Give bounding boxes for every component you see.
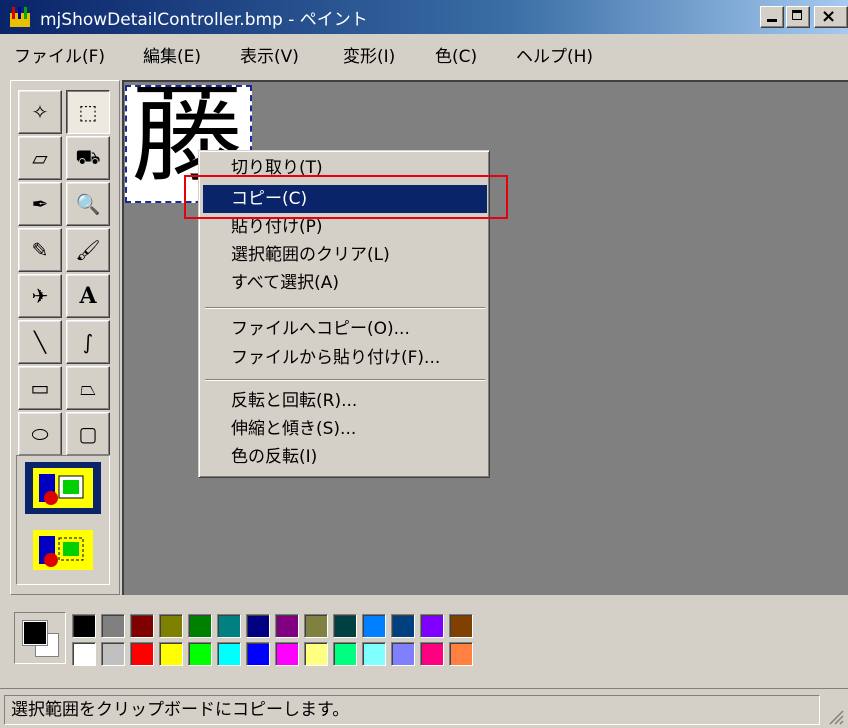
palette-swatch[interactable] bbox=[420, 642, 444, 666]
palette-swatch[interactable] bbox=[391, 642, 415, 666]
ellipse-icon: ⬭ bbox=[31, 422, 49, 446]
menu-colors[interactable]: 色(C) bbox=[435, 42, 477, 67]
palette-swatch[interactable] bbox=[101, 642, 125, 666]
tool-polygon[interactable]: ⏢ bbox=[66, 366, 110, 410]
close-icon: × bbox=[821, 6, 837, 27]
menu-view[interactable]: 表示(V) bbox=[240, 42, 299, 67]
tool-options bbox=[16, 455, 110, 585]
ctx-flip-rotate[interactable]: 反転と回転(R)... bbox=[203, 387, 487, 415]
pencil-icon: ✎ bbox=[31, 238, 49, 262]
brush-icon: 🖌 bbox=[75, 238, 101, 262]
palette-swatch[interactable] bbox=[362, 642, 386, 666]
tool-text[interactable]: A bbox=[66, 274, 110, 318]
palette-swatch[interactable] bbox=[159, 642, 183, 666]
palette-swatch[interactable] bbox=[304, 642, 328, 666]
rectangle-icon: ▭ bbox=[30, 376, 50, 400]
tool-select[interactable]: ⬚ bbox=[66, 90, 110, 134]
tool-airbrush[interactable]: ✈ bbox=[18, 274, 62, 318]
maximize-icon bbox=[792, 10, 802, 20]
ctx-clear-selection[interactable]: 選択範囲のクリア(L) bbox=[203, 241, 487, 269]
ctx-copy-to-file[interactable]: ファイルへコピー(O)... bbox=[203, 315, 487, 343]
palette-swatch[interactable] bbox=[72, 614, 96, 638]
ctx-separator bbox=[205, 307, 485, 309]
tool-line[interactable]: ╲ bbox=[18, 320, 62, 364]
magnifier-icon: 🔍 bbox=[75, 192, 101, 216]
tool-ellipse[interactable]: ⬭ bbox=[18, 412, 62, 456]
ctx-stretch-skew[interactable]: 伸縮と傾き(S)... bbox=[203, 415, 487, 443]
eraser-icon: ▱ bbox=[32, 146, 48, 170]
tool-eraser[interactable]: ▱ bbox=[18, 136, 62, 180]
palette-swatch[interactable] bbox=[449, 614, 473, 638]
palette-swatch[interactable] bbox=[333, 642, 357, 666]
current-colors[interactable] bbox=[14, 612, 66, 664]
palette-swatch[interactable] bbox=[130, 642, 154, 666]
rounded-rectangle-icon: ▢ bbox=[78, 422, 98, 446]
select-icon: ⬚ bbox=[78, 100, 98, 124]
foreground-color[interactable] bbox=[23, 621, 47, 645]
palette-swatch[interactable] bbox=[246, 614, 270, 638]
tool-fill[interactable]: ⛟ bbox=[66, 136, 110, 180]
polygon-icon: ⏢ bbox=[80, 376, 96, 400]
palette-swatch[interactable] bbox=[304, 614, 328, 638]
airbrush-icon: ✈ bbox=[31, 284, 49, 308]
ctx-paste-from-file[interactable]: ファイルから貼り付け(F)... bbox=[203, 344, 487, 372]
tool-pencil[interactable]: ✎ bbox=[18, 228, 62, 272]
maximize-button[interactable] bbox=[786, 6, 810, 28]
ctx-separator bbox=[205, 379, 485, 381]
fill-icon: ⛟ bbox=[75, 144, 101, 169]
curve-icon: ∫ bbox=[82, 330, 94, 354]
status-bar: 選択範囲をクリップボードにコピーします。 bbox=[0, 688, 848, 728]
opaque-selection-icon bbox=[33, 468, 93, 508]
pick-color-icon: ✒ bbox=[31, 192, 49, 216]
palette-swatch[interactable] bbox=[449, 642, 473, 666]
transparent-selection-icon bbox=[33, 530, 93, 570]
tool-free-form-select[interactable]: ✧ bbox=[18, 90, 62, 134]
tool-pick-color[interactable]: ✒ bbox=[18, 182, 62, 226]
menu-bar: ファイル(F) 編集(E) 表示(V) 変形(I) 色(C) ヘルプ(H) bbox=[0, 34, 848, 72]
palette-swatch[interactable] bbox=[72, 642, 96, 666]
close-button[interactable]: × bbox=[814, 6, 848, 28]
status-text: 選択範囲をクリップボードにコピーします。 bbox=[4, 695, 820, 725]
palette-swatch[interactable] bbox=[391, 614, 415, 638]
palette-swatch[interactable] bbox=[275, 642, 299, 666]
palette-swatch[interactable] bbox=[101, 614, 125, 638]
tool-rounded-rectangle[interactable]: ▢ bbox=[66, 412, 110, 456]
minimize-icon bbox=[767, 19, 777, 22]
palette-swatch[interactable] bbox=[275, 614, 299, 638]
transparent-off-option[interactable] bbox=[25, 462, 101, 514]
text-icon: A bbox=[79, 283, 97, 309]
palette-swatch[interactable] bbox=[420, 614, 444, 638]
minimize-button[interactable] bbox=[760, 6, 784, 28]
transparent-on-option[interactable] bbox=[25, 524, 101, 576]
palette-swatch[interactable] bbox=[188, 614, 212, 638]
tool-rectangle[interactable]: ▭ bbox=[18, 366, 62, 410]
tool-curve[interactable]: ∫ bbox=[66, 320, 110, 364]
menu-file[interactable]: ファイル(F) bbox=[14, 42, 105, 67]
tool-brush[interactable]: 🖌 bbox=[66, 228, 110, 272]
free-form-select-icon: ✧ bbox=[31, 100, 49, 124]
menu-help[interactable]: ヘルプ(H) bbox=[516, 42, 593, 67]
title-bar[interactable]: mjShowDetailController.bmp - ペイント × bbox=[0, 0, 848, 34]
palette-swatch[interactable] bbox=[188, 642, 212, 666]
paint-app-icon[interactable] bbox=[8, 5, 32, 29]
ctx-invert-colors[interactable]: 色の反転(I) bbox=[203, 443, 487, 471]
palette-swatch[interactable] bbox=[159, 614, 183, 638]
menu-edit[interactable]: 編集(E) bbox=[143, 42, 201, 67]
tool-magnifier[interactable]: 🔍 bbox=[66, 182, 110, 226]
resize-grip-icon[interactable] bbox=[826, 707, 844, 725]
palette-swatch[interactable] bbox=[333, 614, 357, 638]
window-title: mjShowDetailController.bmp - ペイント bbox=[40, 10, 368, 30]
palette-swatch[interactable] bbox=[217, 614, 241, 638]
palette-swatch[interactable] bbox=[130, 614, 154, 638]
menu-image[interactable]: 変形(I) bbox=[343, 42, 395, 67]
line-icon: ╲ bbox=[33, 330, 47, 354]
palette-swatch[interactable] bbox=[362, 614, 386, 638]
highlight-annotation-box bbox=[184, 175, 508, 219]
palette-swatch[interactable] bbox=[217, 642, 241, 666]
ctx-select-all[interactable]: すべて選択(A) bbox=[203, 269, 487, 297]
palette-swatch[interactable] bbox=[246, 642, 270, 666]
